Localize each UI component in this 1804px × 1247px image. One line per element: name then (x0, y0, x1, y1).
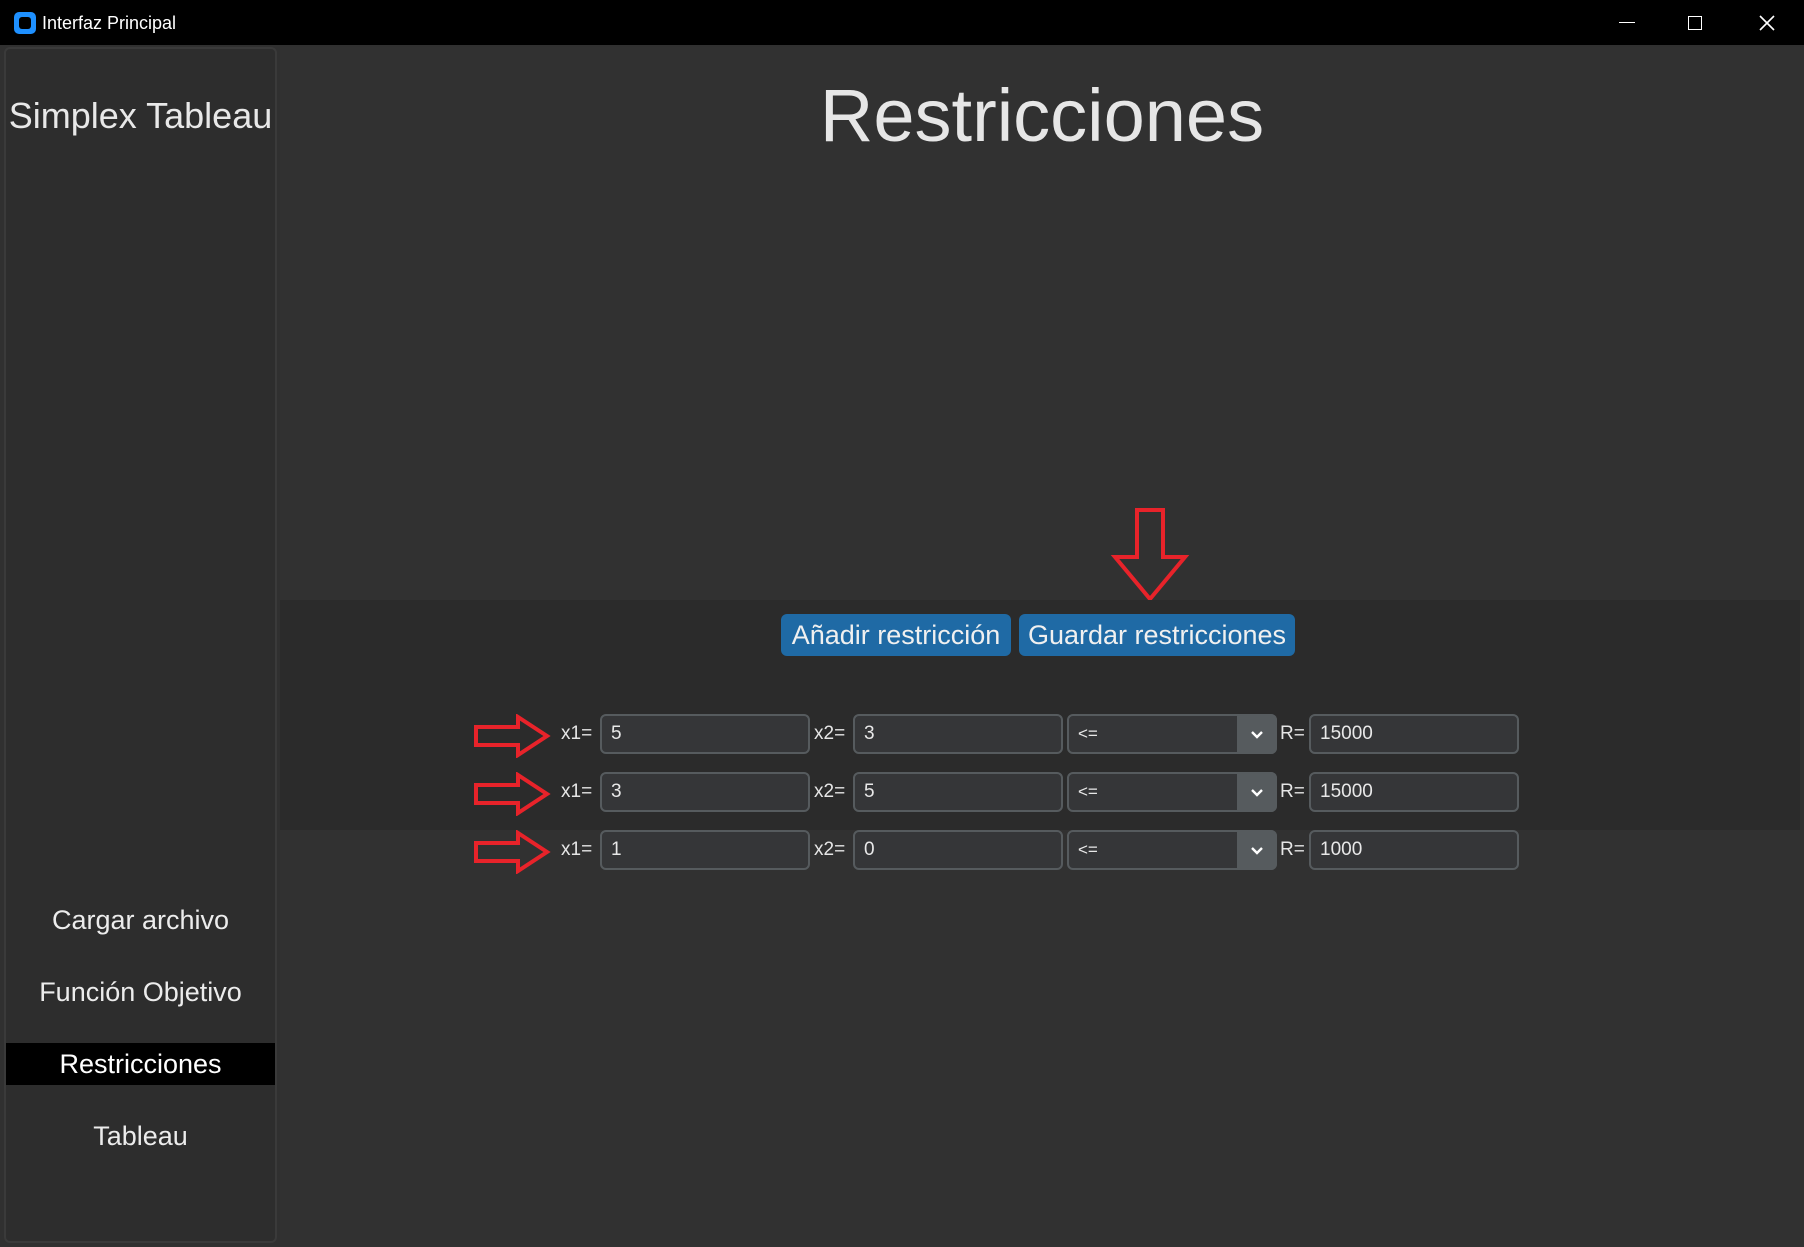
r-label: R= (1280, 723, 1305, 744)
x1-field[interactable]: 3 (600, 772, 810, 812)
r-field[interactable]: 15000 (1309, 772, 1519, 812)
x2-label: x2= (814, 781, 846, 802)
chevron-down-icon[interactable] (1237, 714, 1277, 754)
maximize-icon (1688, 15, 1702, 30)
x1-field[interactable]: 1 (600, 830, 810, 870)
operator-select[interactable]: <= (1067, 830, 1277, 870)
app-window: Interfaz Principal Simplex Tableau Carga… (0, 0, 1804, 1247)
chevron-down-icon[interactable] (1237, 830, 1277, 870)
r-label: R= (1280, 839, 1305, 860)
right-arrow-annotation-icon (474, 772, 551, 816)
x1-label: x1= (561, 839, 593, 860)
chevron-down-icon[interactable] (1237, 772, 1277, 812)
minimize-icon (1619, 21, 1635, 24)
r-field[interactable]: 15000 (1309, 714, 1519, 754)
constraints-panel: Añadir restricción Guardar restricciones… (280, 600, 1800, 874)
save-constraints-button[interactable]: Guardar restricciones (1019, 614, 1295, 656)
sidebar-item-tableau[interactable]: Tableau (6, 1115, 275, 1157)
x2-label: x2= (814, 723, 846, 744)
minimize-button[interactable] (1594, 0, 1660, 45)
window-title: Interfaz Principal (42, 13, 177, 33)
x2-field[interactable]: 5 (853, 772, 1063, 812)
operator-select[interactable]: <= (1067, 714, 1277, 754)
x1-field[interactable]: 5 (600, 714, 810, 754)
add-constraint-button[interactable]: Añadir restricción (781, 614, 1011, 656)
constraint-row: x1= 1 x2= 0 <= R= 1000 (280, 828, 1800, 874)
constraint-row: x1= 3 x2= 5 <= R= 15000 (280, 770, 1800, 816)
close-button[interactable] (1734, 0, 1800, 45)
close-icon (1759, 14, 1775, 31)
x1-label: x1= (561, 723, 593, 744)
r-field[interactable]: 1000 (1309, 830, 1519, 870)
operator-value: <= (1078, 840, 1098, 859)
sidebar-item-cargar-archivo[interactable]: Cargar archivo (6, 899, 275, 941)
operator-select[interactable]: <= (1067, 772, 1277, 812)
sidebar: Simplex Tableau Cargar archivo Función O… (4, 47, 277, 1243)
x1-label: x1= (561, 781, 593, 802)
sidebar-item-funcion-objetivo[interactable]: Función Objetivo (6, 971, 275, 1013)
down-arrow-annotation-icon (1110, 508, 1190, 603)
app-icon (14, 12, 36, 34)
right-arrow-annotation-icon (474, 830, 551, 874)
operator-value: <= (1078, 782, 1098, 801)
r-label: R= (1280, 781, 1305, 802)
sidebar-item-restricciones[interactable]: Restricciones (6, 1043, 275, 1085)
main-content: Restricciones Añadir restricción Guardar… (280, 47, 1804, 1247)
x2-label: x2= (814, 839, 846, 860)
operator-value: <= (1078, 724, 1098, 743)
maximize-button[interactable] (1662, 0, 1728, 45)
right-arrow-annotation-icon (474, 714, 551, 758)
x2-field[interactable]: 3 (853, 714, 1063, 754)
x2-field[interactable]: 0 (853, 830, 1063, 870)
constraint-row: x1= 5 x2= 3 <= R= 15000 (280, 712, 1800, 758)
page-title: Restricciones (819, 74, 1265, 157)
sidebar-brand: Simplex Tableau (8, 95, 273, 136)
title-bar: Interfaz Principal (0, 0, 1804, 45)
